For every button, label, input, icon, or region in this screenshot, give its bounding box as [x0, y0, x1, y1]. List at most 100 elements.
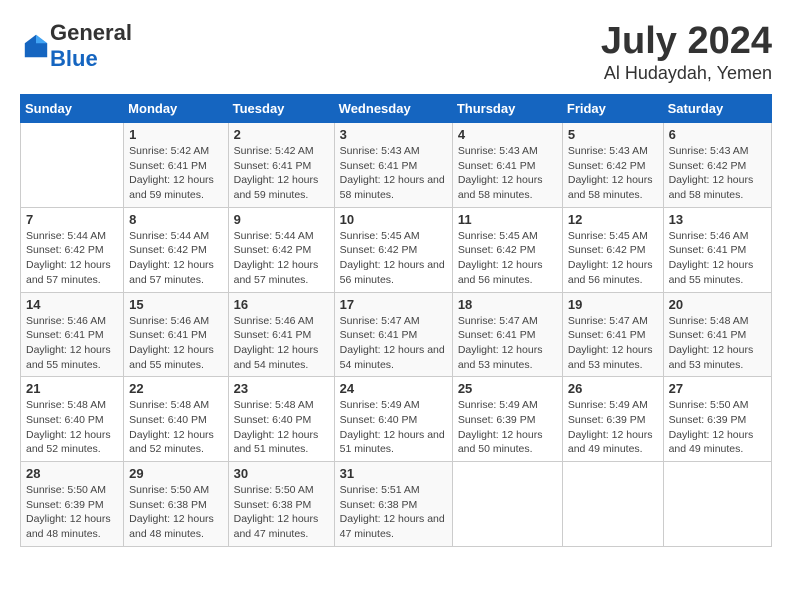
- day-header-saturday: Saturday: [663, 95, 771, 123]
- day-number: 5: [568, 127, 658, 142]
- day-info: Sunrise: 5:43 AMSunset: 6:41 PMDaylight:…: [458, 144, 557, 203]
- day-number: 11: [458, 212, 557, 227]
- calendar-cell: 26 Sunrise: 5:49 AMSunset: 6:39 PMDaylig…: [562, 377, 663, 462]
- days-header-row: SundayMondayTuesdayWednesdayThursdayFrid…: [21, 95, 772, 123]
- day-info: Sunrise: 5:44 AMSunset: 6:42 PMDaylight:…: [234, 229, 329, 288]
- day-number: 4: [458, 127, 557, 142]
- calendar-cell: 8 Sunrise: 5:44 AMSunset: 6:42 PMDayligh…: [124, 207, 228, 292]
- day-info: Sunrise: 5:45 AMSunset: 6:42 PMDaylight:…: [458, 229, 557, 288]
- day-info: Sunrise: 5:44 AMSunset: 6:42 PMDaylight:…: [129, 229, 222, 288]
- calendar-cell: 19 Sunrise: 5:47 AMSunset: 6:41 PMDaylig…: [562, 292, 663, 377]
- calendar-cell: 10 Sunrise: 5:45 AMSunset: 6:42 PMDaylig…: [334, 207, 452, 292]
- day-info: Sunrise: 5:50 AMSunset: 6:38 PMDaylight:…: [234, 483, 329, 542]
- calendar-cell: 21 Sunrise: 5:48 AMSunset: 6:40 PMDaylig…: [21, 377, 124, 462]
- calendar-cell: 1 Sunrise: 5:42 AMSunset: 6:41 PMDayligh…: [124, 123, 228, 208]
- calendar-cell: 18 Sunrise: 5:47 AMSunset: 6:41 PMDaylig…: [452, 292, 562, 377]
- calendar-title: July 2024: [601, 20, 772, 63]
- day-number: 15: [129, 297, 222, 312]
- calendar-cell: 29 Sunrise: 5:50 AMSunset: 6:38 PMDaylig…: [124, 462, 228, 547]
- day-info: Sunrise: 5:50 AMSunset: 6:39 PMDaylight:…: [669, 398, 766, 457]
- day-number: 25: [458, 381, 557, 396]
- calendar-cell: 4 Sunrise: 5:43 AMSunset: 6:41 PMDayligh…: [452, 123, 562, 208]
- day-info: Sunrise: 5:44 AMSunset: 6:42 PMDaylight:…: [26, 229, 118, 288]
- day-info: Sunrise: 5:46 AMSunset: 6:41 PMDaylight:…: [26, 314, 118, 373]
- calendar-cell: 20 Sunrise: 5:48 AMSunset: 6:41 PMDaylig…: [663, 292, 771, 377]
- day-number: 24: [340, 381, 447, 396]
- day-number: 1: [129, 127, 222, 142]
- calendar-cell: 11 Sunrise: 5:45 AMSunset: 6:42 PMDaylig…: [452, 207, 562, 292]
- calendar-cell: 13 Sunrise: 5:46 AMSunset: 6:41 PMDaylig…: [663, 207, 771, 292]
- calendar-cell: 31 Sunrise: 5:51 AMSunset: 6:38 PMDaylig…: [334, 462, 452, 547]
- calendar-cell: 25 Sunrise: 5:49 AMSunset: 6:39 PMDaylig…: [452, 377, 562, 462]
- day-number: 9: [234, 212, 329, 227]
- calendar-cell: 2 Sunrise: 5:42 AMSunset: 6:41 PMDayligh…: [228, 123, 334, 208]
- calendar-cell: 12 Sunrise: 5:45 AMSunset: 6:42 PMDaylig…: [562, 207, 663, 292]
- day-number: 19: [568, 297, 658, 312]
- day-number: 29: [129, 466, 222, 481]
- day-number: 31: [340, 466, 447, 481]
- day-info: Sunrise: 5:51 AMSunset: 6:38 PMDaylight:…: [340, 483, 447, 542]
- calendar-cell: [21, 123, 124, 208]
- calendar-cell: 3 Sunrise: 5:43 AMSunset: 6:41 PMDayligh…: [334, 123, 452, 208]
- calendar-cell: [452, 462, 562, 547]
- day-info: Sunrise: 5:42 AMSunset: 6:41 PMDaylight:…: [129, 144, 222, 203]
- day-number: 22: [129, 381, 222, 396]
- calendar-cell: 5 Sunrise: 5:43 AMSunset: 6:42 PMDayligh…: [562, 123, 663, 208]
- day-info: Sunrise: 5:49 AMSunset: 6:40 PMDaylight:…: [340, 398, 447, 457]
- day-number: 3: [340, 127, 447, 142]
- logo-blue: Blue: [50, 46, 98, 71]
- day-number: 21: [26, 381, 118, 396]
- day-number: 7: [26, 212, 118, 227]
- calendar-cell: 30 Sunrise: 5:50 AMSunset: 6:38 PMDaylig…: [228, 462, 334, 547]
- day-info: Sunrise: 5:45 AMSunset: 6:42 PMDaylight:…: [340, 229, 447, 288]
- day-number: 2: [234, 127, 329, 142]
- day-info: Sunrise: 5:45 AMSunset: 6:42 PMDaylight:…: [568, 229, 658, 288]
- day-info: Sunrise: 5:46 AMSunset: 6:41 PMDaylight:…: [669, 229, 766, 288]
- logo-icon: [22, 32, 50, 60]
- week-row-5: 28 Sunrise: 5:50 AMSunset: 6:39 PMDaylig…: [21, 462, 772, 547]
- day-info: Sunrise: 5:48 AMSunset: 6:40 PMDaylight:…: [129, 398, 222, 457]
- calendar-cell: 9 Sunrise: 5:44 AMSunset: 6:42 PMDayligh…: [228, 207, 334, 292]
- day-info: Sunrise: 5:48 AMSunset: 6:40 PMDaylight:…: [26, 398, 118, 457]
- day-info: Sunrise: 5:46 AMSunset: 6:41 PMDaylight:…: [129, 314, 222, 373]
- day-info: Sunrise: 5:47 AMSunset: 6:41 PMDaylight:…: [568, 314, 658, 373]
- calendar-cell: 16 Sunrise: 5:46 AMSunset: 6:41 PMDaylig…: [228, 292, 334, 377]
- day-number: 12: [568, 212, 658, 227]
- day-info: Sunrise: 5:49 AMSunset: 6:39 PMDaylight:…: [458, 398, 557, 457]
- header: General Blue July 2024 Al Hudaydah, Yeme…: [20, 20, 772, 84]
- day-number: 23: [234, 381, 329, 396]
- week-row-3: 14 Sunrise: 5:46 AMSunset: 6:41 PMDaylig…: [21, 292, 772, 377]
- day-number: 28: [26, 466, 118, 481]
- day-header-sunday: Sunday: [21, 95, 124, 123]
- day-info: Sunrise: 5:43 AMSunset: 6:41 PMDaylight:…: [340, 144, 447, 203]
- week-row-2: 7 Sunrise: 5:44 AMSunset: 6:42 PMDayligh…: [21, 207, 772, 292]
- calendar-table: SundayMondayTuesdayWednesdayThursdayFrid…: [20, 94, 772, 547]
- calendar-cell: 7 Sunrise: 5:44 AMSunset: 6:42 PMDayligh…: [21, 207, 124, 292]
- calendar-cell: 23 Sunrise: 5:48 AMSunset: 6:40 PMDaylig…: [228, 377, 334, 462]
- day-header-tuesday: Tuesday: [228, 95, 334, 123]
- day-number: 20: [669, 297, 766, 312]
- day-info: Sunrise: 5:42 AMSunset: 6:41 PMDaylight:…: [234, 144, 329, 203]
- day-info: Sunrise: 5:47 AMSunset: 6:41 PMDaylight:…: [340, 314, 447, 373]
- calendar-cell: 15 Sunrise: 5:46 AMSunset: 6:41 PMDaylig…: [124, 292, 228, 377]
- day-info: Sunrise: 5:46 AMSunset: 6:41 PMDaylight:…: [234, 314, 329, 373]
- day-number: 13: [669, 212, 766, 227]
- day-number: 17: [340, 297, 447, 312]
- calendar-cell: 17 Sunrise: 5:47 AMSunset: 6:41 PMDaylig…: [334, 292, 452, 377]
- title-block: July 2024 Al Hudaydah, Yemen: [601, 20, 772, 84]
- day-info: Sunrise: 5:49 AMSunset: 6:39 PMDaylight:…: [568, 398, 658, 457]
- day-number: 26: [568, 381, 658, 396]
- day-info: Sunrise: 5:48 AMSunset: 6:41 PMDaylight:…: [669, 314, 766, 373]
- day-number: 6: [669, 127, 766, 142]
- day-header-wednesday: Wednesday: [334, 95, 452, 123]
- day-info: Sunrise: 5:50 AMSunset: 6:38 PMDaylight:…: [129, 483, 222, 542]
- day-number: 30: [234, 466, 329, 481]
- day-number: 8: [129, 212, 222, 227]
- day-header-friday: Friday: [562, 95, 663, 123]
- day-number: 14: [26, 297, 118, 312]
- calendar-cell: 14 Sunrise: 5:46 AMSunset: 6:41 PMDaylig…: [21, 292, 124, 377]
- calendar-cell: [562, 462, 663, 547]
- calendar-cell: 24 Sunrise: 5:49 AMSunset: 6:40 PMDaylig…: [334, 377, 452, 462]
- logo-general: General: [50, 20, 132, 45]
- logo: General Blue: [20, 20, 132, 72]
